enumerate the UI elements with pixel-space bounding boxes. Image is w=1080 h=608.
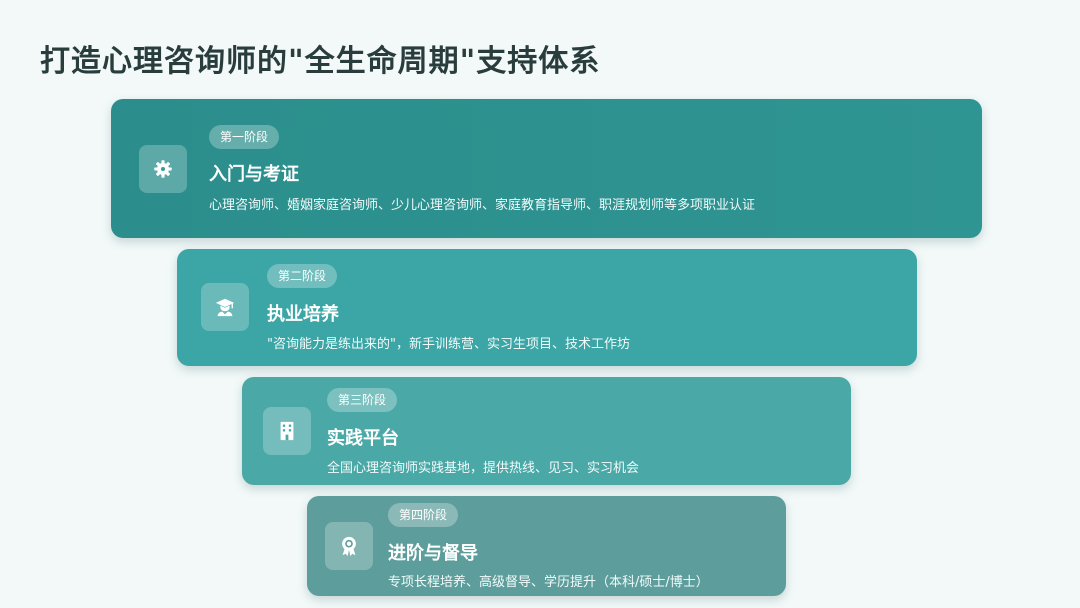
stage-description: 心理咨询师、婚姻家庭咨询师、少儿心理咨询师、家庭教育指导师、职涯规划师等多项职业… (209, 198, 756, 213)
stage-title: 入门与考证 (209, 164, 299, 185)
stage-badge: 第三阶段 (327, 388, 398, 412)
stage-card-2: 第二阶段 执业培养 "咨询能力是练出来的"，新手训练营、实习生项目、技术工作坊 (177, 249, 917, 366)
award-icon (325, 522, 373, 570)
stage-description: 专项长程培养、高级督导、学历提升（本科/硕士/博士） (388, 575, 709, 590)
building-icon (263, 407, 311, 455)
stage-card-4: 第四阶段 进阶与督导 专项长程培养、高级督导、学历提升（本科/硕士/博士） (307, 496, 786, 596)
stage-title: 实践平台 (327, 428, 399, 449)
stage-card-1: 第一阶段 入门与考证 心理咨询师、婚姻家庭咨询师、少儿心理咨询师、家庭教育指导师… (111, 99, 982, 238)
stage-description: 全国心理咨询师实践基地，提供热线、见习、实习机会 (327, 461, 640, 476)
page-title: 打造心理咨询师的"全生命周期"支持体系 (40, 44, 601, 79)
stage-title: 执业培养 (267, 304, 339, 325)
stage-badge: 第一阶段 (209, 125, 280, 149)
stage-description: "咨询能力是练出来的"，新手训练营、实习生项目、技术工作坊 (267, 337, 630, 352)
graduate-icon (201, 283, 249, 331)
stage-badge: 第四阶段 (388, 503, 459, 527)
stage-card-3: 第三阶段 实践平台 全国心理咨询师实践基地，提供热线、见习、实习机会 (242, 377, 851, 485)
stage-title: 进阶与督导 (388, 543, 478, 564)
stage-badge: 第二阶段 (267, 264, 338, 288)
gear-icon (139, 145, 187, 193)
